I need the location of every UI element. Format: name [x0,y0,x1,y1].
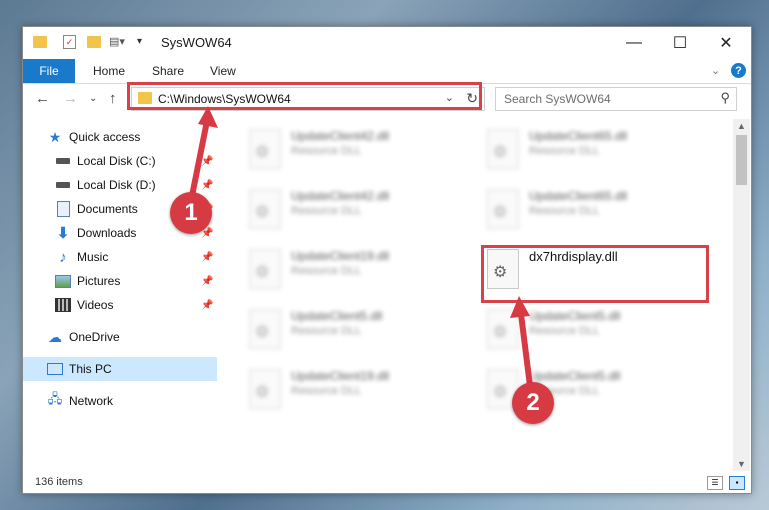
arrow-2 [517,303,533,389]
arrow-1 [189,113,211,199]
callout-badge-2: 2 [512,382,554,424]
callout-badge-1: 1 [170,192,212,234]
arrow-2-head [510,296,530,318]
callout-arrows [189,106,533,389]
arrow-1-head [198,106,218,128]
